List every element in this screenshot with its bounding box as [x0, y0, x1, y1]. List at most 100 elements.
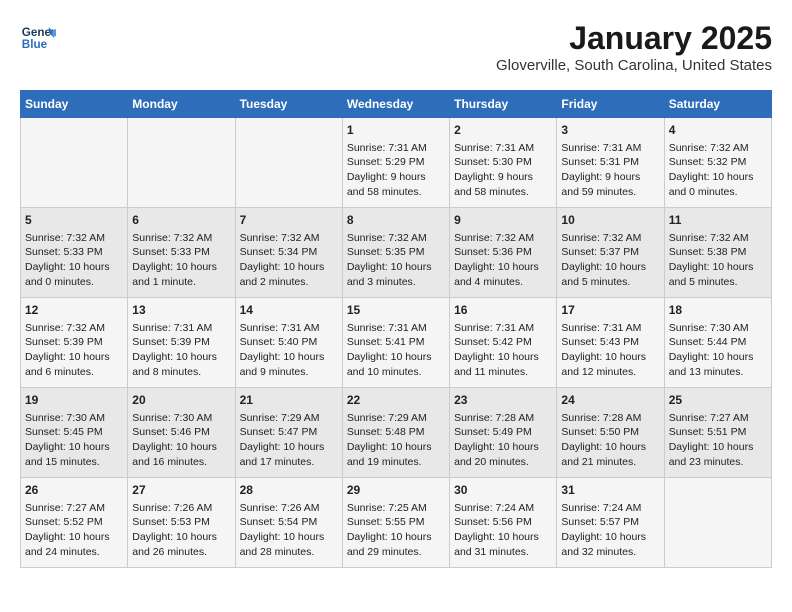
calendar-cell: 27Sunrise: 7:26 AMSunset: 5:53 PMDayligh…	[128, 478, 235, 568]
calendar-cell: 19Sunrise: 7:30 AMSunset: 5:45 PMDayligh…	[21, 388, 128, 478]
daylight-text: and 23 minutes.	[669, 455, 767, 470]
sunrise-text: Sunrise: 7:31 AM	[347, 141, 445, 156]
sunrise-text: Sunrise: 7:31 AM	[132, 321, 230, 336]
calendar-cell: 24Sunrise: 7:28 AMSunset: 5:50 PMDayligh…	[557, 388, 664, 478]
daylight-text: Daylight: 9 hours	[561, 170, 659, 185]
calendar-cell: 20Sunrise: 7:30 AMSunset: 5:46 PMDayligh…	[128, 388, 235, 478]
sunrise-text: Sunrise: 7:26 AM	[132, 501, 230, 516]
sunrise-text: Sunrise: 7:31 AM	[347, 321, 445, 336]
calendar-cell: 11Sunrise: 7:32 AMSunset: 5:38 PMDayligh…	[664, 208, 771, 298]
daylight-text: Daylight: 9 hours	[454, 170, 552, 185]
daylight-text: Daylight: 10 hours	[669, 260, 767, 275]
day-number: 29	[347, 482, 445, 499]
sunrise-text: Sunrise: 7:26 AM	[240, 501, 338, 516]
day-number: 25	[669, 392, 767, 409]
daylight-text: Daylight: 10 hours	[240, 260, 338, 275]
sunrise-text: Sunrise: 7:30 AM	[669, 321, 767, 336]
calendar-cell: 14Sunrise: 7:31 AMSunset: 5:40 PMDayligh…	[235, 298, 342, 388]
sunset-text: Sunset: 5:38 PM	[669, 245, 767, 260]
daylight-text: Daylight: 10 hours	[132, 260, 230, 275]
sunset-text: Sunset: 5:39 PM	[25, 335, 123, 350]
svg-text:Blue: Blue	[22, 38, 48, 51]
day-number: 30	[454, 482, 552, 499]
calendar-cell: 26Sunrise: 7:27 AMSunset: 5:52 PMDayligh…	[21, 478, 128, 568]
sunrise-text: Sunrise: 7:31 AM	[454, 141, 552, 156]
daylight-text: and 13 minutes.	[669, 365, 767, 380]
day-number: 7	[240, 212, 338, 229]
daylight-text: Daylight: 10 hours	[25, 350, 123, 365]
calendar-cell: 1Sunrise: 7:31 AMSunset: 5:29 PMDaylight…	[342, 118, 449, 208]
day-number: 15	[347, 302, 445, 319]
sunset-text: Sunset: 5:48 PM	[347, 425, 445, 440]
daylight-text: and 29 minutes.	[347, 545, 445, 560]
day-number: 11	[669, 212, 767, 229]
daylight-text: and 0 minutes.	[25, 275, 123, 290]
daylight-text: Daylight: 10 hours	[669, 440, 767, 455]
calendar-cell: 22Sunrise: 7:29 AMSunset: 5:48 PMDayligh…	[342, 388, 449, 478]
day-number: 20	[132, 392, 230, 409]
logo: General Blue	[20, 20, 60, 56]
calendar-cell: 30 Sunrise: 7:24 AMSunset: 5:56 PMDayligh…	[450, 478, 557, 568]
daylight-text: Daylight: 10 hours	[347, 350, 445, 365]
header-monday: Monday	[128, 91, 235, 118]
sunset-text: Sunset: 5:37 PM	[561, 245, 659, 260]
calendar-cell: 15 Sunrise: 7:31 AMSunset: 5:41 PMDayligh…	[342, 298, 449, 388]
sunrise-text: Sunrise: 7:30 AM	[132, 411, 230, 426]
daylight-text: Daylight: 10 hours	[347, 530, 445, 545]
daylight-text: and 17 minutes.	[240, 455, 338, 470]
daylight-text: and 58 minutes.	[347, 185, 445, 200]
daylight-text: and 5 minutes.	[669, 275, 767, 290]
sunrise-text: Sunrise: 7:24 AM	[454, 501, 552, 516]
sunrise-text: Sunrise: 7:31 AM	[454, 321, 552, 336]
day-number: 5	[25, 212, 123, 229]
daylight-text: Daylight: 10 hours	[132, 440, 230, 455]
daylight-text: Daylight: 10 hours	[669, 350, 767, 365]
daylight-text: and 59 minutes.	[561, 185, 659, 200]
day-number: 6	[132, 212, 230, 229]
calendar-cell	[21, 118, 128, 208]
daylight-text: Daylight: 10 hours	[561, 530, 659, 545]
sunrise-text: Sunrise: 7:32 AM	[132, 231, 230, 246]
daylight-text: and 1 minute.	[132, 275, 230, 290]
calendar-title: January 2025	[496, 20, 772, 57]
calendar-cell: 25Sunrise: 7:27 AMSunset: 5:51 PMDayligh…	[664, 388, 771, 478]
daylight-text: Daylight: 10 hours	[454, 260, 552, 275]
daylight-text: Daylight: 10 hours	[132, 530, 230, 545]
daylight-text: Daylight: 10 hours	[454, 530, 552, 545]
day-number: 14	[240, 302, 338, 319]
calendar-cell: 9Sunrise: 7:32 AMSunset: 5:36 PMDaylight…	[450, 208, 557, 298]
sunset-text: Sunset: 5:34 PM	[240, 245, 338, 260]
sunset-text: Sunset: 5:56 PM	[454, 515, 552, 530]
sunset-text: Sunset: 5:41 PM	[347, 335, 445, 350]
daylight-text: Daylight: 10 hours	[240, 530, 338, 545]
daylight-text: and 6 minutes.	[25, 365, 123, 380]
day-number: 21	[240, 392, 338, 409]
daylight-text: Daylight: 10 hours	[132, 350, 230, 365]
day-number: 16	[454, 302, 552, 319]
calendar-cell: 5Sunrise: 7:32 AMSunset: 5:33 PMDaylight…	[21, 208, 128, 298]
day-number: 12	[25, 302, 123, 319]
day-number: 19	[25, 392, 123, 409]
sunrise-text: Sunrise: 7:24 AM	[561, 501, 659, 516]
day-number: 13	[132, 302, 230, 319]
daylight-text: and 58 minutes.	[454, 185, 552, 200]
daylight-text: Daylight: 10 hours	[454, 350, 552, 365]
sunrise-text: Sunrise: 7:32 AM	[669, 141, 767, 156]
sunrise-text: Sunrise: 7:32 AM	[454, 231, 552, 246]
sunrise-text: Sunrise: 7:30 AM	[25, 411, 123, 426]
daylight-text: Daylight: 10 hours	[25, 440, 123, 455]
sunrise-text: Sunrise: 7:32 AM	[25, 231, 123, 246]
calendar-cell: 28Sunrise: 7:26 AMSunset: 5:54 PMDayligh…	[235, 478, 342, 568]
calendar-cell: 12Sunrise: 7:32 AMSunset: 5:39 PMDayligh…	[21, 298, 128, 388]
daylight-text: Daylight: 10 hours	[561, 260, 659, 275]
sunset-text: Sunset: 5:40 PM	[240, 335, 338, 350]
daylight-text: and 0 minutes.	[669, 185, 767, 200]
calendar-cell: 16Sunrise: 7:31 AMSunset: 5:42 PMDayligh…	[450, 298, 557, 388]
sunrise-text: Sunrise: 7:25 AM	[347, 501, 445, 516]
sunset-text: Sunset: 5:44 PM	[669, 335, 767, 350]
sunrise-text: Sunrise: 7:28 AM	[454, 411, 552, 426]
header-wednesday: Wednesday	[342, 91, 449, 118]
daylight-text: Daylight: 9 hours	[347, 170, 445, 185]
sunset-text: Sunset: 5:50 PM	[561, 425, 659, 440]
day-number: 4	[669, 122, 767, 139]
